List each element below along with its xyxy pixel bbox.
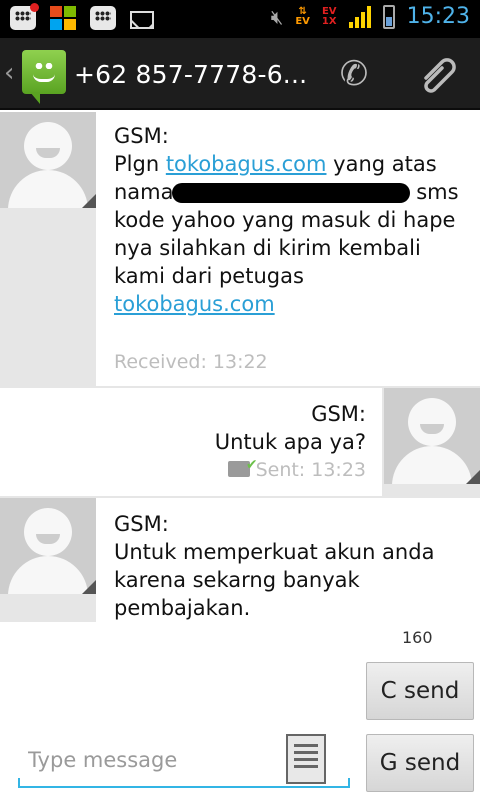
battery-icon xyxy=(382,4,395,29)
message-timestamp: Received: 13:22 xyxy=(114,351,268,373)
contact-name: +62 857-7778-6... xyxy=(74,60,308,89)
phone-icon[interactable]: ✆ xyxy=(330,52,378,96)
template-icon[interactable] xyxy=(286,734,326,784)
character-counter: 160 xyxy=(402,628,433,647)
status-bar: 🔇︎ ⇅ EV EV 1X 15:23 xyxy=(0,0,480,38)
message-bubble[interactable]: GSM: Untuk memperkuat akun anda karena s… xyxy=(96,498,480,622)
message-bubble[interactable]: GSM: Untuk apa ya? Sent: 13:23 xyxy=(0,388,382,496)
message-received: GSM: Plgn tokobagus.com yang atas nama s… xyxy=(0,112,480,386)
message-received: GSM: Untuk memperkuat akun anda karena s… xyxy=(0,498,480,622)
windows-icon xyxy=(50,6,76,30)
mute-icon: 🔇︎ xyxy=(270,4,284,29)
message-body: Plgn tokobagus.com yang atas nama sms ko… xyxy=(114,152,459,316)
avatar[interactable] xyxy=(384,388,480,484)
clock: 15:23 xyxy=(406,4,470,29)
back-icon[interactable]: ‹ xyxy=(4,58,14,88)
message-timestamp-row: Sent: 13:23 xyxy=(16,451,366,484)
sent-check-icon xyxy=(227,451,258,479)
message-sender: GSM: xyxy=(114,512,169,536)
data-transfer-icon: ⇅ EV xyxy=(295,5,310,27)
message-body: Untuk apa ya? xyxy=(214,430,366,454)
avatar[interactable] xyxy=(0,112,96,208)
message-sender: GSM: xyxy=(311,402,366,426)
paperclip-icon[interactable] xyxy=(412,52,460,96)
signal-ev-icon: EV 1X xyxy=(321,5,337,27)
link-tokobagus[interactable]: tokobagus.com xyxy=(114,292,275,316)
messaging-app-icon[interactable] xyxy=(22,50,66,104)
g-send-button[interactable]: G send xyxy=(366,734,474,792)
message-list[interactable]: GSM: Plgn tokobagus.com yang atas nama s… xyxy=(0,112,480,622)
message-bubble[interactable]: GSM: Plgn tokobagus.com yang atas nama s… xyxy=(96,112,480,386)
message-body: Untuk memperkuat akun anda karena sekarn… xyxy=(114,540,435,620)
mail-icon xyxy=(130,10,154,29)
bbm-icon xyxy=(10,3,39,30)
message-input-wrapper[interactable] xyxy=(18,734,350,788)
bbm-icon xyxy=(90,6,116,30)
message-sent: GSM: Untuk apa ya? Sent: 13:23 xyxy=(0,388,480,496)
link-tokobagus[interactable]: tokobagus.com xyxy=(166,152,327,176)
conversation-header: ‹ +62 857-7778-6... ✆ xyxy=(0,38,480,110)
redaction-mark xyxy=(171,183,410,203)
avatar[interactable] xyxy=(0,498,96,594)
c-send-button[interactable]: C send xyxy=(366,662,474,720)
compose-area: 160 C send G send xyxy=(0,622,480,800)
signal-icon xyxy=(348,5,371,28)
message-input[interactable] xyxy=(28,740,278,780)
message-sender: GSM: xyxy=(114,124,169,148)
